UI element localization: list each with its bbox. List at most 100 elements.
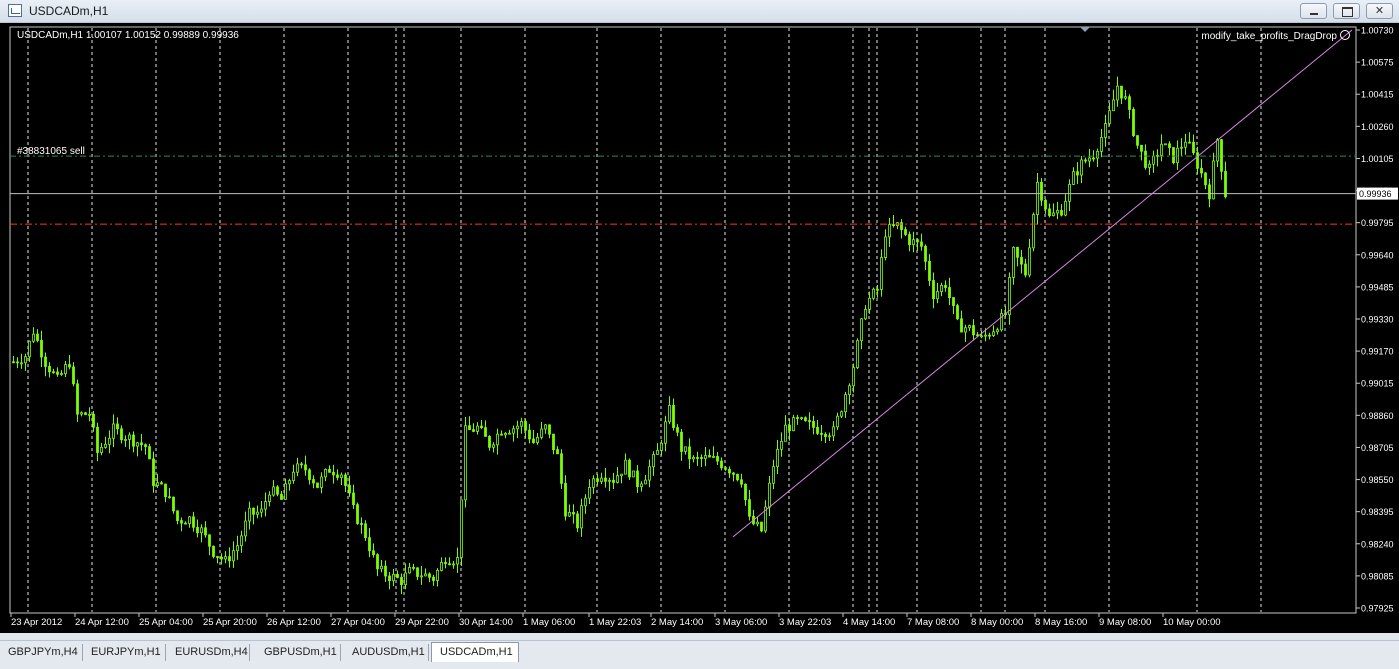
candle-body <box>964 327 967 333</box>
candle-body <box>28 340 31 358</box>
candle-body <box>472 429 475 432</box>
candle-body <box>816 426 819 434</box>
candle-body <box>292 471 295 481</box>
candle-body <box>400 577 403 586</box>
candle-body <box>700 457 703 459</box>
maximize-button[interactable] <box>1333 3 1360 19</box>
candle-body <box>584 497 587 507</box>
candle-body <box>1088 157 1091 162</box>
candle-body <box>1076 171 1079 176</box>
candle-body <box>840 411 843 417</box>
candle-body <box>224 556 227 560</box>
candle-body <box>232 550 235 562</box>
y-tick-label: 0.98705 <box>1361 443 1394 453</box>
candle-body <box>1116 85 1119 101</box>
x-tick-label: 7 May 08:00 <box>907 617 959 628</box>
candle-body <box>64 364 67 374</box>
candle-body <box>648 466 651 481</box>
candle-body <box>688 446 691 460</box>
candle-body <box>168 496 171 499</box>
candle-body <box>980 335 983 338</box>
minimize-button[interactable] <box>1300 3 1327 19</box>
candle-body <box>604 477 607 482</box>
close-button[interactable]: ✕ <box>1366 3 1393 19</box>
tab-eurjpym-h1[interactable]: EURJPYm,H1 <box>83 644 166 661</box>
x-tick-label: 8 May 00:00 <box>971 617 1023 628</box>
candle-body <box>548 424 551 435</box>
candle-body <box>1060 210 1063 216</box>
x-tick-label: 9 May 08:00 <box>1099 617 1151 628</box>
tab-usdcadm-h1[interactable]: USDCADm,H1 <box>431 642 519 662</box>
candle-body <box>336 474 339 478</box>
tab-gbpjpym-h4[interactable]: GBPJPYm,H4 <box>0 644 83 661</box>
y-tick-label: 1.00730 <box>1361 26 1394 36</box>
candle-body <box>828 435 831 438</box>
candle-body <box>372 550 375 556</box>
candle-body <box>968 325 971 329</box>
candle-body <box>348 485 351 494</box>
candle-body <box>1112 99 1115 112</box>
candle-body <box>108 437 111 445</box>
candle-body <box>476 425 479 432</box>
candle-body <box>572 512 575 515</box>
chart-window-icon <box>8 4 22 17</box>
candle-body <box>488 436 491 448</box>
candle-body <box>96 426 99 453</box>
candle-body <box>256 511 259 515</box>
chart-canvas[interactable]: 1.00730 1.00575 1.00415 1.00260 1.00105 0.999… <box>0 23 1399 633</box>
candle-body <box>848 385 851 396</box>
candle-body <box>428 573 431 578</box>
candle-body <box>608 479 611 482</box>
candle-body <box>1016 247 1019 258</box>
candle-body <box>668 405 671 423</box>
candle-body <box>1172 147 1175 164</box>
candle-body <box>724 467 727 470</box>
candle-body <box>1124 96 1127 99</box>
candle-body <box>1216 139 1219 162</box>
tab-audusdm-h1[interactable]: AUDUSDm,H1 <box>344 644 429 661</box>
tab-gbpusdm-h1[interactable]: GBPUSDm,H1 <box>256 644 341 661</box>
candle-body <box>972 325 975 336</box>
x-tick-label: 3 May 22:03 <box>779 617 831 628</box>
y-tick-label: 0.99485 <box>1361 282 1394 292</box>
candle-body <box>1104 123 1107 138</box>
candle-body <box>380 565 383 570</box>
candle-body <box>852 367 855 387</box>
x-tick-label: 23 Apr 2012 <box>11 617 62 628</box>
candle-body <box>704 455 707 459</box>
candle-body <box>136 442 139 447</box>
candle-body <box>908 234 911 246</box>
x-tick-label: 27 Apr 04:00 <box>331 617 385 628</box>
candle-body <box>452 563 455 566</box>
x-tick-label: 29 Apr 22:00 <box>395 617 449 628</box>
candle-body <box>796 417 799 419</box>
candle-body <box>936 291 939 300</box>
candle-body <box>240 535 243 547</box>
candle-body <box>132 434 135 447</box>
candle-body <box>388 575 391 582</box>
tab-eurusdm-h4[interactable]: EURUSDm,H4 <box>167 644 250 661</box>
candle-body <box>588 487 591 499</box>
candle-body <box>1008 277 1011 316</box>
candle-body <box>124 439 127 441</box>
candle-body <box>1220 139 1223 172</box>
price-chart[interactable]: 1.00730 1.00575 1.00415 1.00260 1.00105 0.999… <box>0 23 1399 633</box>
candle-body <box>396 574 399 578</box>
candle-body <box>692 457 695 460</box>
candle-body <box>836 415 839 428</box>
candle-body <box>440 561 443 571</box>
x-tick-label: 8 May 16:00 <box>1035 617 1087 628</box>
candle-body <box>16 361 19 364</box>
candle-body <box>1188 141 1191 144</box>
candle-body <box>340 474 343 478</box>
candle-body <box>676 427 679 433</box>
candle-body <box>992 331 995 336</box>
candle-body <box>844 394 847 413</box>
candle-body <box>432 576 435 581</box>
candle-body <box>560 453 563 484</box>
candle-body <box>740 479 743 485</box>
candle-body <box>744 483 747 501</box>
candle-body <box>944 284 947 288</box>
candle-body <box>280 493 283 500</box>
candle-body <box>200 527 203 534</box>
